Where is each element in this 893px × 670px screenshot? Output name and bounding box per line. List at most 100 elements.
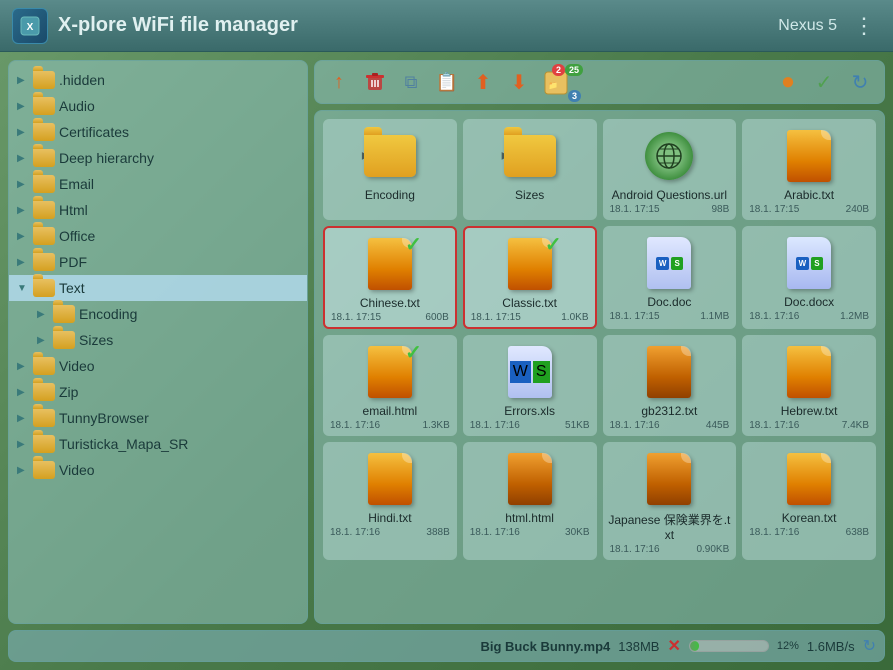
list-item[interactable]: ▶ Sizes	[463, 119, 597, 220]
file-icon-area	[781, 344, 837, 400]
file-name: Hebrew.txt	[781, 404, 838, 418]
sidebar-item-deep[interactable]: ▶ Deep hierarchy	[9, 145, 307, 171]
file-meta: 18.1. 17:1651KB	[468, 420, 592, 431]
file-icon-area: ✓	[362, 236, 418, 292]
download-button[interactable]: ⬇	[503, 66, 535, 98]
list-item[interactable]: Japanese 保険業界を.txt 18.1. 17:160.90KB	[603, 442, 737, 560]
up-button[interactable]: ↑	[323, 66, 355, 98]
list-item[interactable]: html.html 18.1. 17:1630KB	[463, 442, 597, 560]
sidebar-item-label: Html	[59, 202, 88, 218]
sidebar-item-sizes[interactable]: ▶ Sizes	[9, 327, 307, 353]
title-bar: X X-plore WiFi file manager Nexus 5 ⋮	[0, 0, 893, 52]
list-item[interactable]: Hebrew.txt 18.1. 17:167.4KB	[742, 335, 876, 436]
list-item[interactable]: Android Questions.url 18.1. 17:1598B	[603, 119, 737, 220]
docx-icon: W S	[787, 237, 831, 289]
txt-icon	[787, 453, 831, 505]
folder-icon	[33, 279, 55, 297]
sidebar-item-label: Deep hierarchy	[59, 150, 154, 166]
file-meta: 18.1. 17:15600B	[329, 312, 451, 323]
toolbar: ↑ ⧉ 📋 ⬆ ⬇	[314, 60, 885, 104]
sidebar-item-html[interactable]: ▶ Html	[9, 197, 307, 223]
transfer-filename: Big Buck Bunny.mp4	[480, 639, 610, 654]
file-icon-area: ▶	[362, 128, 418, 184]
file-meta: 18.1. 17:160.90KB	[608, 544, 732, 555]
sidebar-item-label: .hidden	[59, 72, 105, 88]
file-icon-area	[781, 128, 837, 184]
list-item[interactable]: ✓ Classic.txt 18.1. 17:151.0KB	[463, 226, 597, 329]
file-icon-area: ✓	[502, 236, 558, 292]
list-item[interactable]: W S Doc.docx 18.1. 17:161.2MB	[742, 226, 876, 329]
paste-button[interactable]: 📋	[431, 66, 463, 98]
file-name: Android Questions.url	[612, 188, 727, 202]
title-left: X X-plore WiFi file manager	[12, 8, 298, 44]
upload-button[interactable]: ⬆	[467, 66, 499, 98]
delete-button[interactable]	[359, 66, 391, 98]
file-icon-area	[362, 451, 418, 507]
list-item[interactable]: ✓ Chinese.txt 18.1. 17:15600B	[323, 226, 457, 329]
total-count-badge: 25	[565, 64, 583, 76]
chevron-icon: ▶	[17, 179, 29, 190]
file-name: Classic.txt	[502, 296, 557, 310]
refresh-transfer-button[interactable]: ↻	[863, 636, 876, 656]
chevron-icon: ▶	[17, 387, 29, 398]
file-meta: 18.1. 17:1598B	[608, 204, 732, 215]
txt-icon	[787, 346, 831, 398]
check-button[interactable]: ✓	[808, 66, 840, 98]
file-name: Encoding	[365, 188, 415, 202]
orange-button[interactable]: ●	[772, 66, 804, 98]
folder-icon	[33, 435, 55, 453]
copy-button[interactable]: ⧉	[395, 66, 427, 98]
right-panel: ↑ ⧉ 📋 ⬆ ⬇	[314, 60, 885, 624]
list-item[interactable]: ▶ Encoding	[323, 119, 457, 220]
txt-icon	[647, 346, 691, 398]
chevron-icon: ▶	[17, 465, 29, 476]
sidebar-item-zip[interactable]: ▶ Zip	[9, 379, 307, 405]
folder-icon	[504, 135, 556, 177]
queue-count-badge: 3	[568, 90, 581, 102]
xls-icon: W S	[508, 346, 552, 398]
folder-icon	[33, 461, 55, 479]
sidebar-item-audio[interactable]: ▶ Audio	[9, 93, 307, 119]
folder-icon	[33, 71, 55, 89]
sidebar-item-email[interactable]: ▶ Email	[9, 171, 307, 197]
sidebar-item-tunnybrowser[interactable]: ▶ TunnyBrowser	[9, 405, 307, 431]
sidebar-item-label: Text	[59, 280, 85, 296]
chevron-icon: ▶	[17, 257, 29, 268]
chevron-icon: ▶	[17, 439, 29, 450]
txt-icon	[508, 453, 552, 505]
list-item[interactable]: Arabic.txt 18.1. 17:15240B	[742, 119, 876, 220]
sidebar-item-label: Audio	[59, 98, 95, 114]
folder-icon	[33, 149, 55, 167]
sidebar-item-pdf[interactable]: ▶ PDF	[9, 249, 307, 275]
sidebar-item-video2[interactable]: ▶ Video	[9, 457, 307, 483]
chevron-icon: ▶	[17, 127, 29, 138]
sidebar-item-label: PDF	[59, 254, 87, 270]
menu-button[interactable]: ⋮	[847, 9, 881, 43]
status-bar: Big Buck Bunny.mp4 138MB ✕ 12% 1.6MB/s ↻	[8, 630, 885, 662]
sidebar-item-office[interactable]: ▶ Office	[9, 223, 307, 249]
file-name: Hindi.txt	[368, 511, 411, 525]
file-icon-area	[502, 451, 558, 507]
list-item[interactable]: W S Doc.doc 18.1. 17:151.1MB	[603, 226, 737, 329]
file-meta: 18.1. 17:15240B	[747, 204, 871, 215]
refresh-button[interactable]: ↻	[844, 66, 876, 98]
folder-icon	[33, 383, 55, 401]
sidebar-item-certificates[interactable]: ▶ Certificates	[9, 119, 307, 145]
chevron-icon: ▶	[17, 231, 29, 242]
sidebar-item-turisticka[interactable]: ▶ Turisticka_Mapa_SR	[9, 431, 307, 457]
sidebar-item-video[interactable]: ▶ Video	[9, 353, 307, 379]
sidebar-item-text[interactable]: ▼ Text	[9, 275, 307, 301]
device-name: Nexus 5	[778, 17, 837, 35]
list-item[interactable]: ✓ email.html 18.1. 17:161.3KB	[323, 335, 457, 436]
sidebar-item-encoding[interactable]: ▶ Encoding	[9, 301, 307, 327]
app-icon: X	[12, 8, 48, 44]
list-item[interactable]: Korean.txt 18.1. 17:16638B	[742, 442, 876, 560]
chevron-icon: ▶	[17, 75, 29, 86]
file-meta: 18.1. 17:151.1MB	[608, 311, 732, 322]
folder-icon	[53, 305, 75, 323]
list-item[interactable]: gb2312.txt 18.1. 17:16445B	[603, 335, 737, 436]
list-item[interactable]: Hindi.txt 18.1. 17:16388B	[323, 442, 457, 560]
sidebar-item-hidden[interactable]: ▶ .hidden	[9, 67, 307, 93]
list-item[interactable]: W S Errors.xls 18.1. 17:1651KB	[463, 335, 597, 436]
cancel-transfer-button[interactable]: ✕	[667, 636, 680, 656]
